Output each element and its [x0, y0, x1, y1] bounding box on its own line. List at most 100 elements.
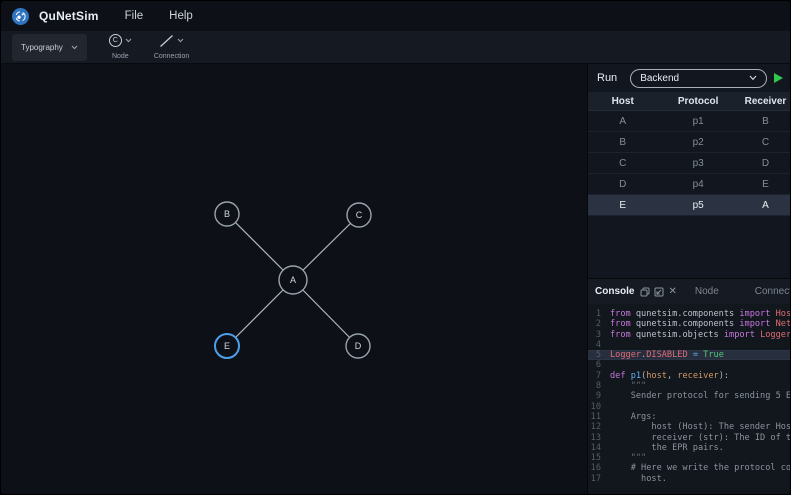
line-number: 6	[588, 360, 610, 370]
code-line[interactable]: 4	[588, 340, 791, 350]
tab-connection[interactable]: Connection	[755, 286, 791, 297]
code-line[interactable]: 11 Args:	[588, 412, 791, 422]
code-line[interactable]: 9 Sender protocol for sending 5 EPR pair…	[588, 391, 791, 401]
run-play-button[interactable]	[774, 73, 783, 83]
code-token: the EPR pairs.	[610, 443, 724, 453]
code-token: """	[610, 381, 646, 391]
table-row[interactable]: Bp2C	[588, 132, 791, 153]
popout-icon[interactable]	[654, 287, 664, 297]
tab-console[interactable]: Console	[595, 286, 634, 297]
code-line[interactable]: 15 """	[588, 453, 791, 463]
copy-icon[interactable]	[640, 287, 650, 297]
code-token: ,	[667, 371, 677, 381]
code-line[interactable]: 7def p1(host, receiver):	[588, 371, 791, 381]
table-body: Ap1BBp2CCp3DDp4EEp5A	[588, 111, 791, 216]
table-cell: A	[739, 200, 791, 211]
graph-node-D[interactable]: D	[346, 334, 370, 358]
table-cell: p2	[657, 137, 739, 148]
code-line[interactable]: 8 """	[588, 381, 791, 391]
code-line[interactable]: 5Logger.DISABLED = True	[588, 350, 791, 360]
code-token: Logger	[610, 350, 641, 360]
code-token: ):	[719, 371, 729, 381]
code-token: qunetsim.components	[636, 309, 734, 319]
code-token: host	[646, 371, 667, 381]
typography-dropdown[interactable]: Typography	[12, 34, 87, 61]
graph-node-A[interactable]: A	[279, 266, 307, 294]
code-token: =	[688, 350, 704, 360]
code-token: import	[719, 330, 760, 340]
run-label: Run	[597, 72, 617, 84]
code-line[interactable]: 14 the EPR pairs.	[588, 443, 791, 453]
col-header-host: Host	[588, 96, 657, 107]
line-number: 11	[588, 412, 610, 422]
graph-node-label: D	[355, 341, 362, 351]
menu-item-help[interactable]: Help	[169, 10, 193, 22]
console-panel: Console ✕ Node Connection 1from qunetsim…	[587, 278, 791, 495]
graph-node-label: A	[290, 275, 296, 285]
tab-node[interactable]: Node	[695, 286, 719, 297]
code-token: DISABLED	[646, 350, 687, 360]
code-token: Args:	[610, 412, 657, 422]
col-header-receiver: Receiver	[739, 96, 791, 107]
code-line[interactable]: 16 # Here we write the protocol code for…	[588, 463, 791, 473]
network-canvas[interactable]: B C A E D	[1, 64, 587, 495]
code-line[interactable]: 3from qunetsim.objects import Logger	[588, 330, 791, 340]
connection-tool-label: Connection	[154, 53, 189, 60]
table-row[interactable]: Dp4E	[588, 174, 791, 195]
code-editor[interactable]: 1from qunetsim.components import Host2fr…	[588, 304, 791, 484]
table-cell: B	[739, 116, 791, 127]
table-row[interactable]: Cp3D	[588, 153, 791, 174]
line-number: 7	[588, 371, 610, 381]
table-cell: E	[739, 179, 791, 190]
connection-tool-button[interactable]: Connection	[154, 34, 189, 60]
line-number: 3	[588, 330, 610, 340]
code-token: p1	[631, 371, 641, 381]
node-tool-label: Node	[112, 53, 129, 60]
code-token: host.	[610, 474, 667, 484]
host-protocol-table: Host Protocol Receiver Ap1BBp2CCp3DDp4EE…	[588, 92, 791, 216]
graph-node-B[interactable]: B	[215, 202, 239, 226]
line-number: 13	[588, 433, 610, 443]
app-logo-icon	[12, 8, 29, 25]
close-icon[interactable]: ✕	[668, 287, 676, 297]
code-token: True	[703, 350, 724, 360]
code-token: from	[610, 319, 636, 329]
app-window: QuNetSim File Help Typography C Node Con…	[0, 0, 791, 495]
code-token: Sender protocol for sending 5 EPR pairs.	[610, 391, 791, 401]
line-number: 5	[588, 350, 610, 360]
code-token: host (Host): The sender Host.	[610, 422, 791, 432]
table-row[interactable]: Ap1B	[588, 111, 791, 132]
table-cell: p5	[657, 200, 739, 211]
graph-node-C[interactable]: C	[347, 203, 371, 227]
typography-label: Typography	[21, 43, 63, 52]
code-token: Host	[776, 309, 791, 319]
table-row[interactable]: Ep5A	[588, 195, 791, 216]
code-line[interactable]: 6	[588, 360, 791, 370]
chevron-down-icon	[71, 45, 78, 50]
connection-line-icon	[159, 34, 174, 48]
code-line[interactable]: 10	[588, 402, 791, 412]
backend-select[interactable]: Backend	[630, 69, 767, 88]
table-cell: D	[588, 179, 657, 190]
code-token: Network	[776, 319, 791, 329]
node-tool-button[interactable]: C Node	[109, 34, 132, 60]
code-line[interactable]: 1from qunetsim.components import Host	[588, 309, 791, 319]
line-number: 17	[588, 474, 610, 484]
table-cell: E	[588, 200, 657, 211]
app-title: QuNetSim	[39, 9, 99, 23]
chevron-down-icon[interactable]	[125, 38, 132, 43]
code-line[interactable]: 17 host.	[588, 474, 791, 484]
run-row: Run Backend	[588, 64, 791, 92]
chevron-down-icon[interactable]	[177, 38, 184, 43]
code-line[interactable]: 13 receiver (str): The ID of the receive…	[588, 433, 791, 443]
code-token: """	[610, 453, 646, 463]
menu-item-file[interactable]: File	[125, 10, 144, 22]
line-number: 9	[588, 391, 610, 401]
code-line[interactable]: 12 host (Host): The sender Host.	[588, 422, 791, 432]
graph-node-E[interactable]: E	[215, 334, 239, 358]
code-token: from	[610, 330, 636, 340]
code-token: import	[734, 309, 775, 319]
line-number: 15	[588, 453, 610, 463]
code-line[interactable]: 2from qunetsim.components import Network	[588, 319, 791, 329]
chevron-down-icon	[749, 75, 757, 81]
